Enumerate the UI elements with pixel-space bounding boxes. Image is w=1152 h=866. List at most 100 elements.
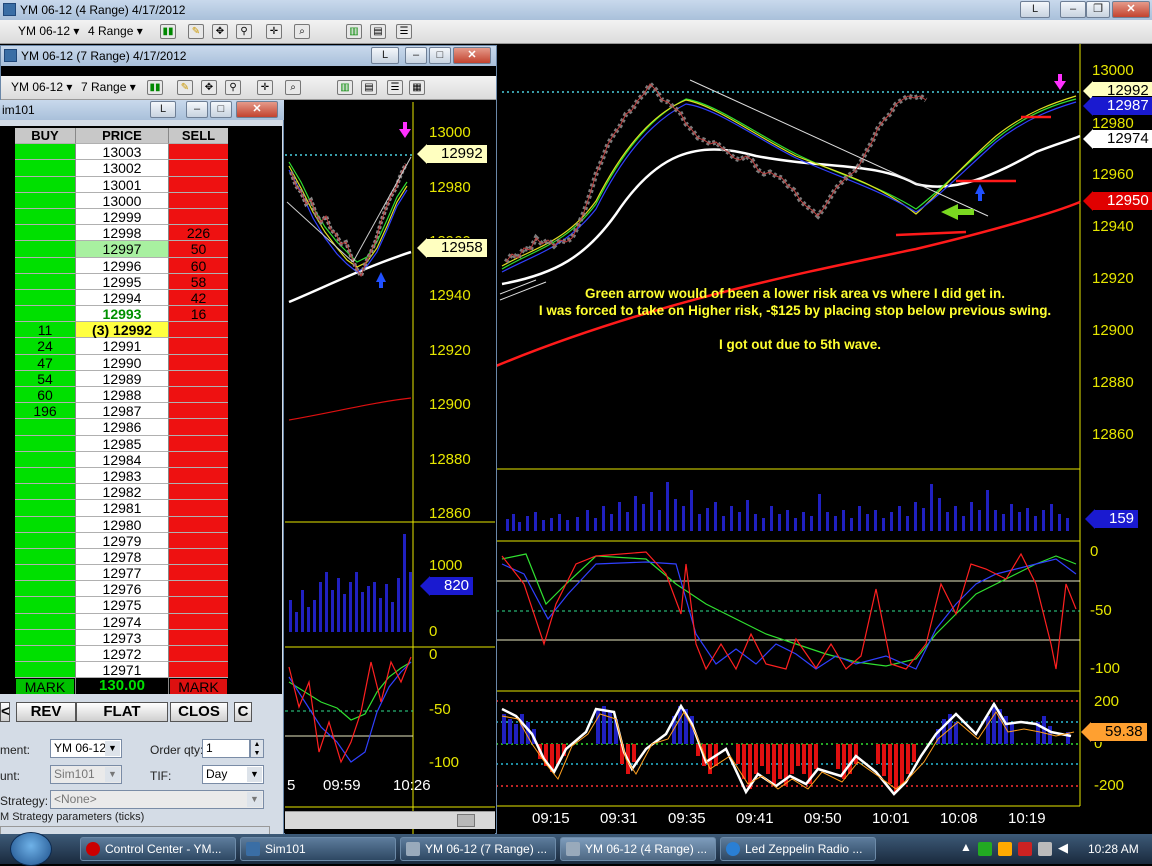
data-box-icon[interactable]: ▦ xyxy=(409,80,425,95)
sell-cell[interactable] xyxy=(169,484,228,501)
period-selector[interactable]: 4 Range ▾ xyxy=(84,23,147,40)
buy-cell[interactable] xyxy=(15,467,75,485)
fibonacci-tool-icon[interactable]: ⚲ xyxy=(225,80,241,95)
sell-cell[interactable] xyxy=(169,176,228,193)
tif-select[interactable]: Day ▼ xyxy=(202,765,264,784)
sell-cell[interactable] xyxy=(169,662,228,679)
zoom-icon[interactable]: ⌕ xyxy=(285,80,301,95)
buy-cell[interactable] xyxy=(15,662,75,679)
start-button[interactable] xyxy=(10,832,52,866)
strategies-icon[interactable]: ▤ xyxy=(361,80,377,95)
buy-cell[interactable] xyxy=(15,484,75,501)
taskbar-task[interactable]: YM 06-12 (4 Range) ... xyxy=(560,837,716,861)
sell-cell[interactable] xyxy=(169,354,228,371)
dom-window-titlebar[interactable]: im101 L – □ ✕ xyxy=(0,100,284,120)
tray-arrow-icon[interactable]: ▲ xyxy=(960,840,972,854)
sell-cell[interactable] xyxy=(169,370,228,387)
horizontal-scrollbar[interactable] xyxy=(285,811,495,829)
buy-cell[interactable] xyxy=(15,306,75,323)
taskbar-task[interactable]: Control Center - YM... xyxy=(80,837,236,861)
instrument-selector[interactable]: YM 06-12 ▾ xyxy=(7,79,76,96)
tray-app-icon[interactable] xyxy=(978,842,992,856)
sell-cell[interactable] xyxy=(169,387,228,404)
sell-cell[interactable] xyxy=(169,516,228,533)
reverse-button[interactable]: REV xyxy=(16,702,76,722)
sell-cell[interactable] xyxy=(169,144,228,161)
buy-cell[interactable] xyxy=(15,548,75,566)
flatten-button[interactable]: FLAT xyxy=(76,702,168,722)
buy-cell[interactable] xyxy=(15,532,75,549)
tray-app-icon[interactable] xyxy=(1018,842,1032,856)
restore-button[interactable]: □ xyxy=(429,47,451,64)
sell-cell[interactable]: 16 xyxy=(169,306,228,323)
c-button[interactable]: C xyxy=(234,702,252,722)
sell-cell[interactable] xyxy=(169,500,228,517)
fibonacci-tool-icon[interactable]: ⚲ xyxy=(236,24,252,39)
sell-cell[interactable] xyxy=(169,322,228,339)
volume-icon[interactable]: ◀ xyxy=(1058,840,1068,856)
sell-cell[interactable] xyxy=(169,532,228,549)
bar-type-icon[interactable]: ▮▮ xyxy=(160,24,176,39)
prev-button[interactable]: < xyxy=(0,702,10,722)
buy-cell[interactable] xyxy=(15,144,75,161)
crosshair-tool-icon[interactable]: ✥ xyxy=(212,24,228,39)
taskbar-task[interactable]: Sim101 xyxy=(240,837,396,861)
crosshair-tool-icon[interactable]: ✥ xyxy=(201,80,217,95)
instrument-select[interactable]: YM 06-12 ▼ xyxy=(50,739,122,758)
buy-cell[interactable]: 196 xyxy=(15,403,75,420)
mid-chart[interactable] xyxy=(285,102,495,834)
buy-cell[interactable] xyxy=(15,646,75,663)
buy-cell[interactable] xyxy=(15,241,75,258)
buy-cell[interactable] xyxy=(15,500,75,517)
scrollbar-thumb[interactable] xyxy=(457,814,475,827)
link-button[interactable]: L xyxy=(1020,1,1050,18)
sell-cell[interactable] xyxy=(169,338,228,355)
taskbar-task[interactable]: YM 06-12 (7 Range) ... xyxy=(400,837,556,861)
sell-cell[interactable] xyxy=(169,629,228,646)
buy-cell[interactable] xyxy=(15,208,75,226)
buy-cell[interactable] xyxy=(15,435,75,452)
qty-spinner[interactable]: ▲ ▼ xyxy=(250,739,264,758)
crosshair-icon[interactable]: ✛ xyxy=(266,24,282,39)
sell-cell[interactable] xyxy=(169,613,228,630)
network-icon[interactable] xyxy=(1038,842,1052,856)
restore-button[interactable]: ❐ xyxy=(1086,1,1110,18)
buy-cell[interactable] xyxy=(15,581,75,598)
mid-window-titlebar[interactable]: YM 06-12 (7 Range) 4/17/2012 L – □ ✕ xyxy=(1,46,496,66)
buy-cell[interactable] xyxy=(15,516,75,533)
sell-cell[interactable] xyxy=(169,451,228,468)
buy-cell[interactable] xyxy=(15,289,75,307)
buy-cell[interactable] xyxy=(15,613,75,630)
buy-cell[interactable]: 54 xyxy=(15,370,75,387)
sell-cell[interactable] xyxy=(169,403,228,420)
sell-cell[interactable] xyxy=(169,646,228,663)
zoom-icon[interactable]: ⌕ xyxy=(294,24,310,39)
properties-icon[interactable]: ☰ xyxy=(387,80,403,95)
sell-cell[interactable] xyxy=(169,419,228,436)
buy-cell[interactable] xyxy=(15,419,75,436)
buy-mark-button[interactable]: MARK xyxy=(15,678,75,695)
main-chart[interactable] xyxy=(496,44,1152,834)
buy-cell[interactable] xyxy=(15,192,75,209)
minimize-button[interactable]: – xyxy=(405,47,427,64)
sell-cell[interactable] xyxy=(169,597,228,614)
crosshair-icon[interactable]: ✛ xyxy=(257,80,273,95)
sell-cell[interactable]: 50 xyxy=(169,241,228,258)
indicators-icon[interactable]: ▥ xyxy=(346,24,362,39)
clock[interactable]: 10:28 AM xyxy=(1088,842,1139,856)
draw-pencil-icon[interactable]: ✎ xyxy=(177,80,193,95)
buy-cell[interactable]: 60 xyxy=(15,387,75,404)
instrument-selector[interactable]: YM 06-12 ▾ xyxy=(14,23,83,40)
sell-cell[interactable] xyxy=(169,581,228,598)
sell-cell[interactable] xyxy=(169,565,228,582)
sell-cell[interactable] xyxy=(169,467,228,485)
restore-button[interactable]: □ xyxy=(210,101,232,118)
buy-cell[interactable] xyxy=(15,273,75,290)
strategies-icon[interactable]: ▤ xyxy=(370,24,386,39)
sell-cell[interactable]: 58 xyxy=(169,273,228,290)
buy-cell[interactable] xyxy=(15,451,75,468)
sell-cell[interactable] xyxy=(169,435,228,452)
minimize-button[interactable]: – xyxy=(1060,1,1086,18)
close-button[interactable]: ✕ xyxy=(453,47,491,64)
sell-cell[interactable] xyxy=(169,160,228,177)
